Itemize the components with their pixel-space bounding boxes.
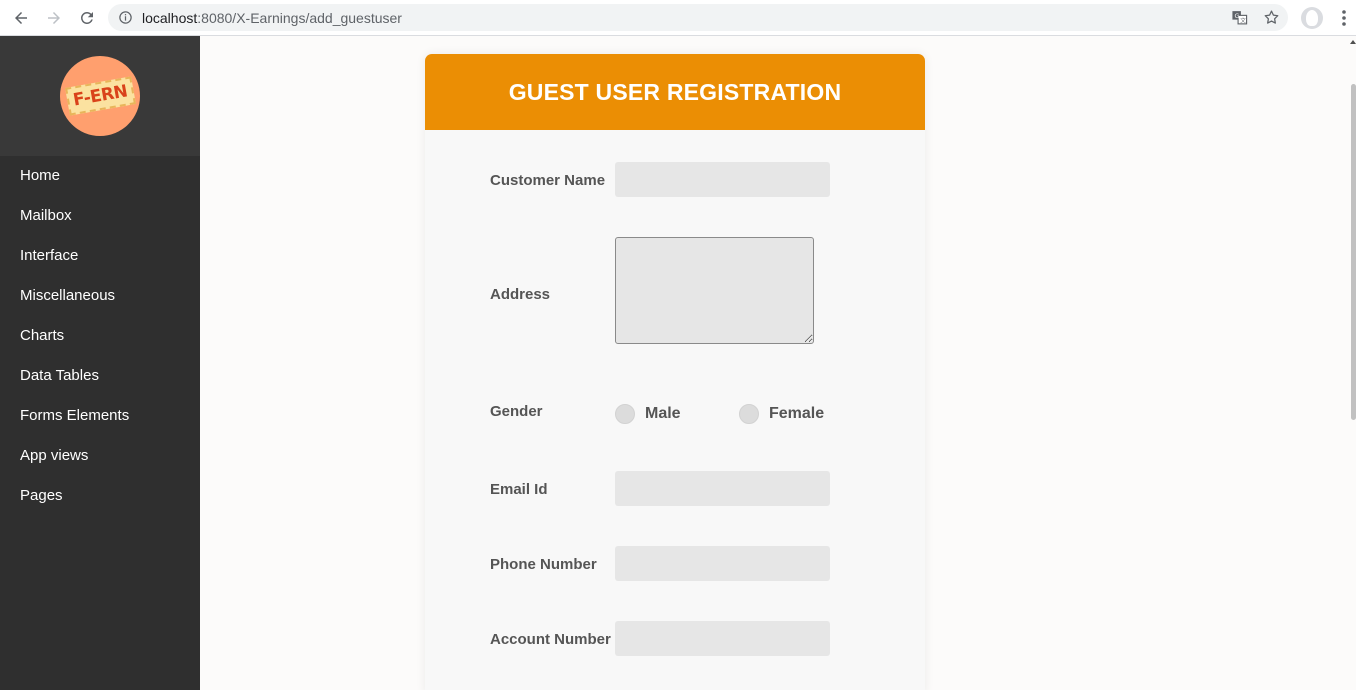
sidebar-menu: Home Mailbox Interface Miscellaneous Cha… [0, 156, 200, 516]
back-icon[interactable] [9, 6, 33, 30]
reload-icon[interactable] [75, 6, 99, 30]
gender-label: Gender [490, 403, 543, 420]
svg-text:G: G [1235, 12, 1240, 20]
url-path: :8080/X-Earnings/add_guestuser [197, 10, 402, 26]
info-icon[interactable] [118, 10, 133, 25]
card-header: GUEST USER REGISTRATION [425, 54, 925, 130]
sidebar-item-data-tables[interactable]: Data Tables [0, 356, 200, 396]
female-radio[interactable] [739, 404, 759, 424]
brand-area: F-ERN [0, 36, 200, 156]
address-label: Address [490, 286, 551, 303]
customer-name-label: Customer Name [490, 172, 606, 189]
forward-icon[interactable] [42, 6, 66, 30]
star-icon[interactable] [1263, 9, 1280, 26]
email-input[interactable] [615, 471, 830, 506]
address-textarea[interactable] [615, 237, 814, 344]
scrollbar-thumb[interactable] [1351, 84, 1356, 420]
customer-name-input[interactable] [615, 162, 830, 197]
account-number-input[interactable] [615, 621, 830, 656]
url-text: localhost:8080/X-Earnings/add_guestuser [142, 10, 402, 26]
sidebar-item-home[interactable]: Home [0, 156, 200, 196]
logo-text: F-ERN [71, 81, 129, 111]
sidebar-item-charts[interactable]: Charts [0, 316, 200, 356]
sidebar: F-ERN Home Mailbox Interface Miscellaneo… [0, 36, 200, 690]
sidebar-item-interface[interactable]: Interface [0, 236, 200, 276]
browser-toolbar: localhost:8080/X-Earnings/add_guestuser … [0, 0, 1356, 36]
gender-male-option[interactable]: Male [615, 404, 681, 424]
sidebar-item-mailbox[interactable]: Mailbox [0, 196, 200, 236]
profile-icon[interactable] [1301, 7, 1323, 29]
female-label: Female [769, 405, 825, 422]
menu-icon[interactable] [1338, 8, 1350, 28]
registration-card: GUEST USER REGISTRATION Customer Name Ad… [425, 54, 925, 690]
account-number-label: Account Number [490, 631, 611, 648]
phone-label: Phone Number [490, 556, 597, 573]
sidebar-item-app-views[interactable]: App views [0, 436, 200, 476]
email-label: Email Id [490, 481, 548, 498]
scroll-up-arrow-icon[interactable] [1350, 38, 1356, 46]
logo-badge: F-ERN [64, 76, 136, 116]
sidebar-item-miscellaneous[interactable]: Miscellaneous [0, 276, 200, 316]
gender-female-option[interactable]: Female [739, 404, 824, 424]
logo[interactable]: F-ERN [60, 56, 140, 136]
male-radio[interactable] [615, 404, 635, 424]
form-title: GUEST USER REGISTRATION [508, 78, 842, 105]
sidebar-item-pages[interactable]: Pages [0, 476, 200, 516]
url-host: localhost [142, 10, 198, 26]
phone-input[interactable] [615, 546, 830, 581]
male-label: Male [645, 405, 681, 422]
address-bar[interactable]: localhost:8080/X-Earnings/add_guestuser … [108, 4, 1288, 31]
sidebar-item-forms-elements[interactable]: Forms Elements [0, 396, 200, 436]
translate-icon[interactable]: G文 [1231, 9, 1248, 26]
